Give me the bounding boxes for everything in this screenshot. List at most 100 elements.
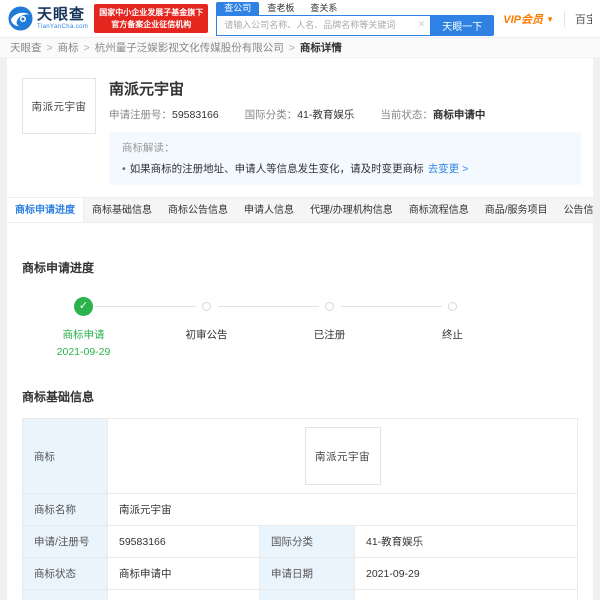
step-registered: 已注册 — [268, 296, 442, 358]
search-tab-boss[interactable]: 查老板 — [259, 2, 302, 15]
search-row: ✕ 天眼一下 — [216, 14, 495, 36]
logo-brand: 天眼查 — [37, 6, 86, 23]
step-date — [268, 346, 391, 358]
progress-stepper: ✓ 商标申请 2021-09-29 初审公告 已注册 终止 — [22, 296, 514, 358]
tab-agency-info[interactable]: 代理/办理机构信息 — [302, 198, 401, 222]
table-row: 申请/注册号 59583166 国际分类 41-教育娱乐 — [23, 526, 577, 558]
step-applied: ✓ 商标申请 2021-09-29 — [22, 296, 196, 358]
tab-announcement-info[interactable]: 商标公告信息 — [160, 198, 236, 222]
row-value: 商标申请中 — [107, 558, 259, 589]
reg-number-label: 申请注册号： — [109, 109, 172, 121]
table-row-name: 商标名称 南派元宇宙 — [23, 494, 577, 526]
row-label: 申请/注册号 — [23, 526, 107, 557]
badge-line2: 官方备案企业征信机构 — [111, 19, 192, 29]
trademark-image-cell: 南派元宇宙 — [107, 419, 577, 493]
certification-badge: 国家中小企业发展子基金旗下 官方备案企业征信机构 — [94, 3, 209, 34]
step-preliminary-announcement: 初审公告 — [145, 296, 319, 358]
row-label: 国际商标 — [23, 590, 107, 600]
badge-line1: 国家中小企业发展子基金旗下 — [99, 7, 204, 17]
logo-domain: TianYanCha.com — [37, 24, 89, 30]
trademark-meta: 申请注册号：59583166 国际分类：41-教育娱乐 当前状态：商标申请中 — [109, 107, 581, 122]
row-value: 2021-09-29 — [354, 558, 577, 589]
row-label: 商标名称 — [23, 494, 107, 525]
search-area: 查公司 查老板 查关系 ✕ 天眼一下 — [216, 1, 495, 36]
tab-gazette-info[interactable]: 公告信息 — [556, 198, 593, 222]
status-pair: 当前状态：商标申请中 — [380, 107, 485, 122]
status-badge: 商标申请中 — [432, 109, 486, 121]
row-label: 商标 — [23, 419, 107, 493]
detail-tabbar: 商标申请进度 商标基础信息 商标公告信息 申请人信息 代理/办理机构信息 商标流… — [7, 197, 593, 223]
search-tab-relation[interactable]: 查关系 — [302, 2, 345, 15]
tab-application-progress[interactable]: 商标申请进度 — [7, 198, 84, 222]
trademark-header: 南派元宇宙 南派元宇宙 申请注册号：59583166 国际分类：41-教育娱乐 … — [7, 58, 593, 185]
breadcrumb-section[interactable]: 商标 — [58, 42, 79, 54]
basic-info-table: 商标 南派元宇宙 商标名称 南派元宇宙 申请/注册号 59583166 国际分类… — [22, 418, 578, 600]
status-label: 当前状态： — [380, 109, 433, 121]
search-input[interactable] — [216, 14, 431, 36]
table-row-image: 商标 南派元宇宙 — [23, 419, 577, 494]
basic-info-section: 商标基础信息 商标 南派元宇宙 商标名称 南派元宇宙 申请/注册号 595831… — [7, 358, 593, 600]
vip-label: VIP会员 — [503, 13, 544, 26]
tab-goods-services[interactable]: 商品/服务项目 — [477, 198, 556, 222]
breadcrumb-separator: > — [83, 42, 90, 54]
class-label: 国际分类： — [244, 109, 298, 121]
search-tab-company[interactable]: 查公司 — [216, 1, 260, 15]
trademark-image: 南派元宇宙 — [304, 427, 381, 485]
reg-number-value: 59583166 — [172, 109, 219, 121]
row-value: - — [354, 590, 577, 600]
row-value: 南派元宇宙 — [107, 494, 577, 525]
trademark-image-text: 南派元宇宙 — [315, 450, 370, 463]
breadcrumb-company[interactable]: 杭州量子泛娱影视文化传媒股份有限公司 — [95, 42, 284, 54]
trademark-notice-box: 商标解读： • 如果商标的注册地址、申请人等信息发生变化，请及时变更商标 去变更 > — [109, 132, 581, 185]
search-button[interactable]: 天眼一下 — [430, 14, 495, 36]
tab-process-info[interactable]: 商标流程信息 — [401, 198, 477, 222]
tianyancha-eye-icon — [8, 6, 33, 31]
progress-section-title: 商标申请进度 — [22, 261, 95, 275]
page: { "colors": { "brand_blue": "#2f82e4", "… — [0, 0, 600, 600]
step-label: 终止 — [442, 329, 463, 341]
toolbox-link[interactable]: 百宝箱 — [564, 10, 592, 27]
class-pair: 国际分类：41-教育娱乐 — [245, 107, 355, 122]
class-value: 41-教育娱乐 — [297, 109, 355, 121]
empty-circle-icon — [448, 301, 457, 311]
row-label: 申请日期 — [259, 558, 354, 589]
trademark-info: 南派元宇宙 申请注册号：59583166 国际分类：41-教育娱乐 当前状态：商… — [109, 78, 581, 185]
search-tabs: 查公司 查老板 查关系 — [216, 1, 494, 15]
tab-applicant-info[interactable]: 申请人信息 — [236, 198, 302, 222]
table-row: 商标状态 商标申请中 申请日期 2021-09-29 — [23, 558, 577, 590]
row-value: 59583166 — [107, 526, 259, 557]
trademark-image-text: 南派元宇宙 — [31, 100, 87, 113]
bullet-icon: • — [122, 163, 126, 175]
notice-text: 如果商标的注册地址、申请人等信息发生变化，请及时变更商标 — [129, 163, 424, 175]
notice-title: 商标解读： — [122, 142, 175, 154]
row-label: 国际注册日期 — [259, 590, 354, 600]
step-terminated: 终止 — [391, 296, 514, 358]
header-right: VIP会员 ▼ 百宝箱 — [503, 10, 592, 27]
top-bar: 天眼查 TianYanCha.com 国家中小企业发展子基金旗下 官方备案企业征… — [0, 0, 600, 37]
tab-basic-info[interactable]: 商标基础信息 — [84, 198, 160, 222]
progress-section: 商标申请进度 ✓ 商标申请 2021-09-29 初审公告 已注册 终止 — [7, 223, 593, 358]
table-row: 国际商标 否 国际注册日期 - — [23, 590, 577, 600]
breadcrumb: 天眼查 > 商标 > 杭州量子泛娱影视文化传媒股份有限公司 > 商标详情 — [0, 37, 600, 58]
trademark-image: 南派元宇宙 — [22, 78, 96, 134]
empty-circle-icon — [202, 301, 211, 311]
row-label: 国际分类 — [259, 526, 354, 557]
step-date: 2021-09-29 — [56, 346, 111, 358]
step-label: 已注册 — [313, 329, 346, 341]
breadcrumb-home[interactable]: 天眼查 — [10, 42, 42, 54]
vip-member-link[interactable]: VIP会员 ▼ — [503, 11, 554, 27]
step-date — [145, 346, 268, 358]
logo-text: 天眼查 TianYanCha.com — [37, 7, 88, 30]
change-trademark-link[interactable]: 去变更 > — [428, 163, 469, 175]
breadcrumb-current: 商标详情 — [299, 42, 342, 54]
clear-icon[interactable]: ✕ — [418, 19, 426, 30]
breadcrumb-separator: > — [288, 42, 295, 54]
step-label: 初审公告 — [185, 329, 228, 341]
breadcrumb-separator: > — [46, 42, 53, 54]
search-input-wrap: ✕ — [216, 14, 431, 36]
row-value: 41-教育娱乐 — [354, 526, 577, 557]
reg-number-pair: 申请注册号：59583166 — [109, 107, 219, 122]
step-label: 商标申请 — [62, 329, 105, 341]
step-date — [391, 346, 514, 358]
tianyancha-logo[interactable]: 天眼查 TianYanCha.com — [8, 6, 88, 31]
